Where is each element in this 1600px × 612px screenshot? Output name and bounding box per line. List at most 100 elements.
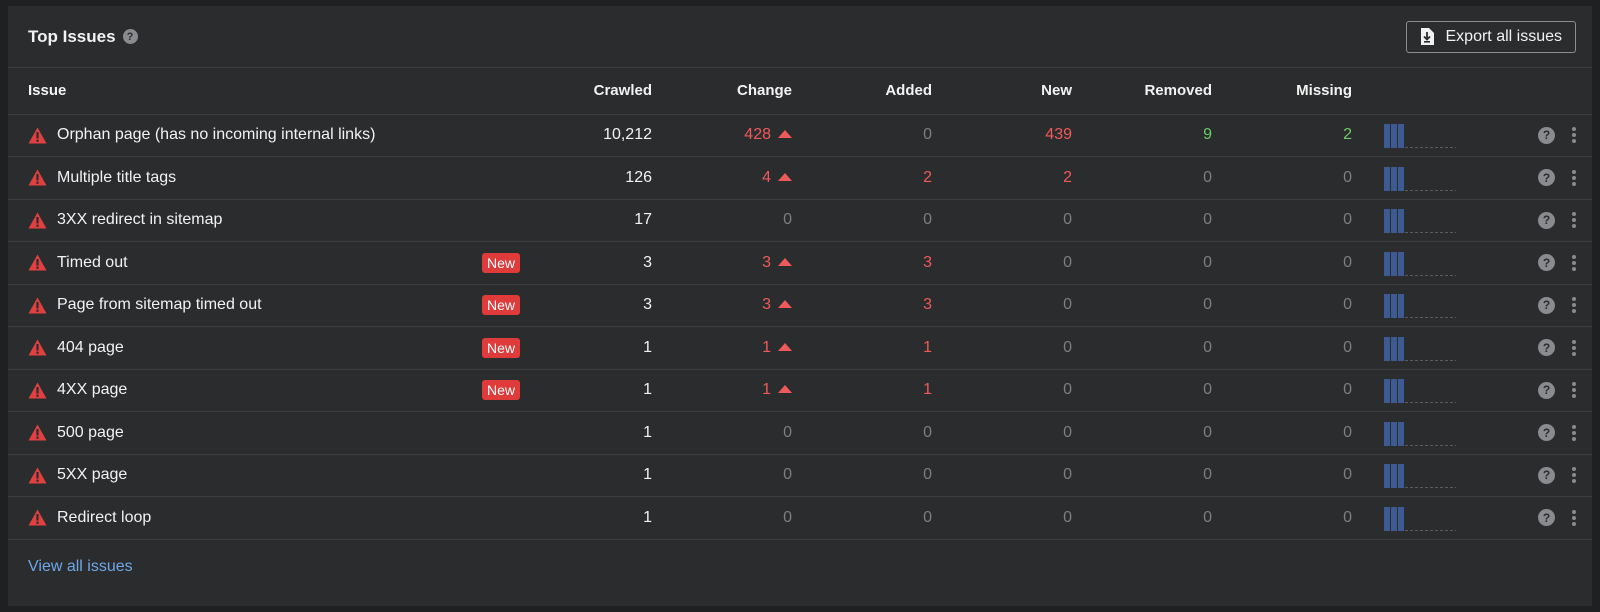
missing-value[interactable]: 0 (1212, 326, 1352, 370)
issue-name[interactable]: Page from sitemap timed out (57, 296, 262, 314)
more-vertical-icon[interactable] (1571, 509, 1576, 526)
missing-value[interactable]: 0 (1212, 156, 1352, 200)
issue-cell[interactable]: Multiple title tags (8, 156, 482, 200)
table-row[interactable]: Page from sitemap timed out New 3 3 3 0 0 0? (8, 284, 1592, 327)
missing-value[interactable]: 0 (1212, 199, 1352, 242)
more-vertical-icon[interactable] (1571, 467, 1576, 484)
missing-value[interactable]: 0 (1212, 496, 1352, 540)
help-icon[interactable]: ? (1538, 254, 1555, 272)
new-value[interactable]: 0 (932, 411, 1072, 455)
issue-name[interactable]: 500 page (57, 424, 124, 442)
added-value[interactable]: 1 (792, 369, 932, 412)
more-vertical-icon[interactable] (1571, 127, 1576, 144)
more-vertical-icon[interactable] (1571, 339, 1576, 356)
missing-value[interactable]: 0 (1212, 454, 1352, 497)
issue-name[interactable]: 3XX redirect in sitemap (57, 211, 222, 229)
col-missing[interactable]: Missing (1212, 68, 1352, 115)
new-value[interactable]: 0 (932, 326, 1072, 370)
table-row[interactable]: 4XX page New 1 1 1 0 0 0? (8, 369, 1592, 412)
crawled-value[interactable]: 17 (562, 199, 652, 242)
issue-cell[interactable]: Redirect loop (8, 496, 482, 540)
issue-name[interactable]: Multiple title tags (57, 169, 176, 187)
removed-value[interactable]: 9 (1072, 114, 1212, 157)
issue-name[interactable]: 4XX page (57, 381, 127, 399)
help-icon[interactable]: ? (1538, 466, 1555, 484)
crawled-value[interactable]: 1 (562, 496, 652, 540)
added-value[interactable]: 0 (792, 411, 932, 455)
removed-value[interactable]: 0 (1072, 326, 1212, 370)
more-vertical-icon[interactable] (1571, 424, 1576, 441)
new-value[interactable]: 2 (932, 156, 1072, 200)
col-crawled[interactable]: Crawled (562, 68, 652, 115)
new-value[interactable]: 0 (932, 496, 1072, 540)
crawled-value[interactable]: 126 (562, 156, 652, 200)
missing-value[interactable]: 0 (1212, 284, 1352, 327)
more-vertical-icon[interactable] (1571, 297, 1576, 314)
removed-value[interactable]: 0 (1072, 369, 1212, 412)
removed-value[interactable]: 0 (1072, 199, 1212, 242)
more-vertical-icon[interactable] (1571, 382, 1576, 399)
crawled-value[interactable]: 1 (562, 454, 652, 497)
added-value[interactable]: 0 (792, 199, 932, 242)
added-value[interactable]: 0 (792, 454, 932, 497)
crawled-value[interactable]: 1 (562, 326, 652, 370)
added-value[interactable]: 3 (792, 241, 932, 285)
missing-value[interactable]: 0 (1212, 241, 1352, 285)
new-value[interactable]: 0 (932, 369, 1072, 412)
new-value[interactable]: 0 (932, 199, 1072, 242)
added-value[interactable]: 3 (792, 284, 932, 327)
added-value[interactable]: 1 (792, 326, 932, 370)
table-row[interactable]: 5XX page 1 0 0 0 0 0? (8, 454, 1592, 497)
help-icon[interactable]: ? (1538, 381, 1555, 399)
new-value[interactable]: 0 (932, 284, 1072, 327)
col-added[interactable]: Added (792, 68, 932, 115)
help-icon[interactable]: ? (1538, 424, 1555, 442)
issue-name[interactable]: Orphan page (has no incoming internal li… (57, 126, 375, 144)
table-row[interactable]: 500 page 1 0 0 0 0 0? (8, 411, 1592, 455)
added-value[interactable]: 2 (792, 156, 932, 200)
help-icon[interactable]: ? (1538, 339, 1555, 357)
help-icon[interactable]: ? (1538, 296, 1555, 314)
added-value[interactable]: 0 (792, 496, 932, 540)
added-value[interactable]: 0 (792, 114, 932, 157)
issue-name[interactable]: Redirect loop (57, 509, 151, 527)
missing-value[interactable]: 2 (1212, 114, 1352, 157)
crawled-value[interactable]: 1 (562, 411, 652, 455)
help-icon[interactable]: ? (1538, 509, 1555, 527)
help-icon[interactable]: ? (1538, 211, 1555, 229)
issue-cell[interactable]: Page from sitemap timed out (8, 284, 482, 327)
more-vertical-icon[interactable] (1571, 254, 1576, 271)
col-new[interactable]: New (932, 68, 1072, 115)
issue-cell[interactable]: 500 page (8, 411, 482, 455)
crawled-value[interactable]: 3 (562, 284, 652, 327)
new-value[interactable]: 439 (932, 114, 1072, 157)
missing-value[interactable]: 0 (1212, 369, 1352, 412)
table-row[interactable]: 404 page New 1 1 1 0 0 0? (8, 326, 1592, 370)
help-icon[interactable]: ? (122, 29, 138, 44)
table-row[interactable]: Redirect loop 1 0 0 0 0 0? (8, 496, 1592, 540)
removed-value[interactable]: 0 (1072, 454, 1212, 497)
removed-value[interactable]: 0 (1072, 156, 1212, 200)
issue-cell[interactable]: 5XX page (8, 454, 482, 497)
issue-cell[interactable]: Timed out (8, 241, 482, 285)
missing-value[interactable]: 0 (1212, 411, 1352, 455)
new-value[interactable]: 0 (932, 241, 1072, 285)
crawled-value[interactable]: 1 (562, 369, 652, 412)
issue-cell[interactable]: Orphan page (has no incoming internal li… (8, 114, 482, 157)
help-icon[interactable]: ? (1538, 126, 1555, 144)
help-icon[interactable]: ? (1538, 169, 1555, 187)
issue-name[interactable]: Timed out (57, 254, 128, 272)
issue-name[interactable]: 5XX page (57, 466, 127, 484)
issue-cell[interactable]: 4XX page (8, 369, 482, 412)
table-row[interactable]: 3XX redirect in sitemap 17 0 0 0 0 0? (8, 199, 1592, 242)
export-all-issues-button[interactable]: Export all issues (1405, 20, 1576, 53)
new-value[interactable]: 0 (932, 454, 1072, 497)
more-vertical-icon[interactable] (1571, 212, 1576, 229)
more-vertical-icon[interactable] (1571, 169, 1576, 186)
table-row[interactable]: Orphan page (has no incoming internal li… (8, 114, 1592, 157)
removed-value[interactable]: 0 (1072, 496, 1212, 540)
table-row[interactable]: Multiple title tags 126 4 2 2 0 0? (8, 156, 1592, 200)
col-change[interactable]: Change (652, 68, 792, 115)
view-all-issues-link[interactable]: View all issues (28, 558, 133, 575)
crawled-value[interactable]: 10,212 (562, 114, 652, 157)
